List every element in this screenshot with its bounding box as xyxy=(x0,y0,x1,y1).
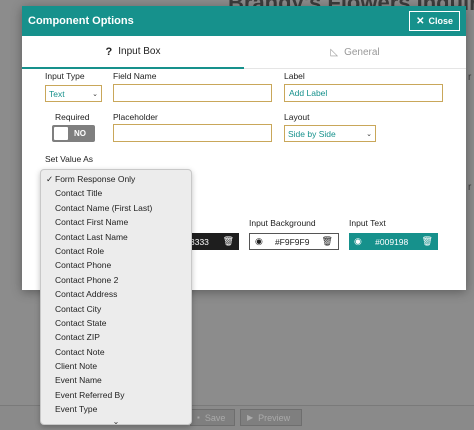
input-text-label: Input Text xyxy=(349,218,386,228)
layout-select[interactable]: Side by Side ⌄ xyxy=(284,125,376,142)
scroll-down-icon[interactable]: ⌄ xyxy=(41,417,191,427)
trash-icon[interactable]: 🗑 xyxy=(223,236,234,247)
dropdown-option[interactable]: Contact ZIP xyxy=(41,330,191,344)
palette-icon: ◉ xyxy=(354,236,362,246)
layout-label: Layout xyxy=(284,112,310,122)
close-icon: ✕ xyxy=(416,15,425,27)
dropdown-options: ✓ Form Response Only Contact Title Conta… xyxy=(41,170,191,427)
checkmark-icon: ✓ xyxy=(46,174,54,184)
ruler-icon: ◺ xyxy=(330,46,339,58)
save-button-label: Save xyxy=(204,412,226,423)
field-name-label: Field Name xyxy=(113,71,157,81)
dropdown-option[interactable]: Contact Note xyxy=(41,345,191,359)
label-input[interactable]: Add Label xyxy=(284,84,443,102)
tab-general[interactable]: ◺ General xyxy=(244,36,466,69)
required-toggle-value: NO xyxy=(74,129,86,138)
tab-label: Input Box xyxy=(118,46,161,57)
dropdown-option[interactable]: Event Name xyxy=(41,373,191,387)
input-background-value: #F9F9F9 xyxy=(274,236,310,247)
input-background-label: Input Background xyxy=(249,218,316,228)
tab-label: General xyxy=(344,46,380,58)
dropdown-option[interactable]: Contact First Name xyxy=(41,215,191,229)
dropdown-option[interactable]: Contact State xyxy=(41,316,191,330)
dropdown-option[interactable]: Contact Address xyxy=(41,287,191,301)
input-type-select[interactable]: Text ⌄ xyxy=(45,85,102,102)
input-text-value: #009198 xyxy=(375,236,409,247)
input-type-label: Input Type xyxy=(45,71,85,81)
save-button[interactable]: ▪ Save xyxy=(190,409,235,426)
palette-icon: ◉ xyxy=(255,236,263,246)
trash-icon[interactable]: 🗑 xyxy=(422,236,433,247)
placeholder-label: Placeholder xyxy=(113,112,158,122)
trash-icon[interactable]: 🗑 xyxy=(322,236,333,247)
tab-bar: ? Input Box ◺ General xyxy=(22,36,466,69)
dropdown-option-selected[interactable]: ✓ Form Response Only xyxy=(41,172,191,186)
close-button[interactable]: ✕ Close xyxy=(409,11,460,31)
dropdown-option[interactable]: Contact Title xyxy=(41,186,191,200)
set-value-as-dropdown[interactable]: ✓ Form Response Only Contact Title Conta… xyxy=(40,169,192,427)
dropdown-option[interactable]: Contact City xyxy=(41,302,191,316)
set-value-as-label: Set Value As xyxy=(45,154,94,164)
option-label: Form Response Only xyxy=(55,174,136,184)
modal-title: Component Options xyxy=(28,15,134,27)
dropdown-option[interactable]: Client Note xyxy=(41,359,191,373)
dropdown-option[interactable]: Contact Phone xyxy=(41,258,191,272)
label-label: Label xyxy=(284,71,305,81)
input-text-picker[interactable]: ◉ #009198 🗑 xyxy=(349,233,438,250)
background-text-fragment: r xyxy=(468,182,472,193)
required-label: Required xyxy=(55,112,90,122)
dropdown-option[interactable]: Event Type xyxy=(41,402,191,416)
input-type-value: Text xyxy=(49,88,65,99)
preview-button-label: Preview xyxy=(258,412,291,423)
placeholder-input[interactable] xyxy=(113,124,272,142)
dropdown-option[interactable]: Contact Name (First Last) xyxy=(41,201,191,215)
close-button-label: Close xyxy=(428,16,453,26)
modal-header: Component Options ✕ Close xyxy=(22,6,466,36)
preview-button[interactable]: ▶ Preview xyxy=(240,409,302,426)
question-icon: ? xyxy=(105,45,113,58)
dropdown-option[interactable]: Contact Role xyxy=(41,244,191,258)
background-text-fragment: r xyxy=(468,72,472,83)
chevron-down-icon: ⌄ xyxy=(92,90,98,98)
required-toggle[interactable]: NO xyxy=(52,125,95,142)
play-icon: ▶ xyxy=(247,413,254,422)
input-background-picker[interactable]: ◉ #F9F9F9 🗑 xyxy=(249,233,339,250)
dropdown-option[interactable]: Contact Last Name xyxy=(41,230,191,244)
toggle-knob xyxy=(54,127,68,140)
chevron-down-icon: ⌄ xyxy=(366,130,372,138)
layout-value: Side by Side xyxy=(288,128,336,139)
save-icon: ▪ xyxy=(197,413,200,422)
field-name-input[interactable] xyxy=(113,84,272,102)
dropdown-option[interactable]: Contact Phone 2 xyxy=(41,273,191,287)
tab-input-box[interactable]: ? Input Box xyxy=(22,36,244,69)
dropdown-option[interactable]: Event Referred By xyxy=(41,388,191,402)
label-color-value: 3333 xyxy=(190,236,209,247)
